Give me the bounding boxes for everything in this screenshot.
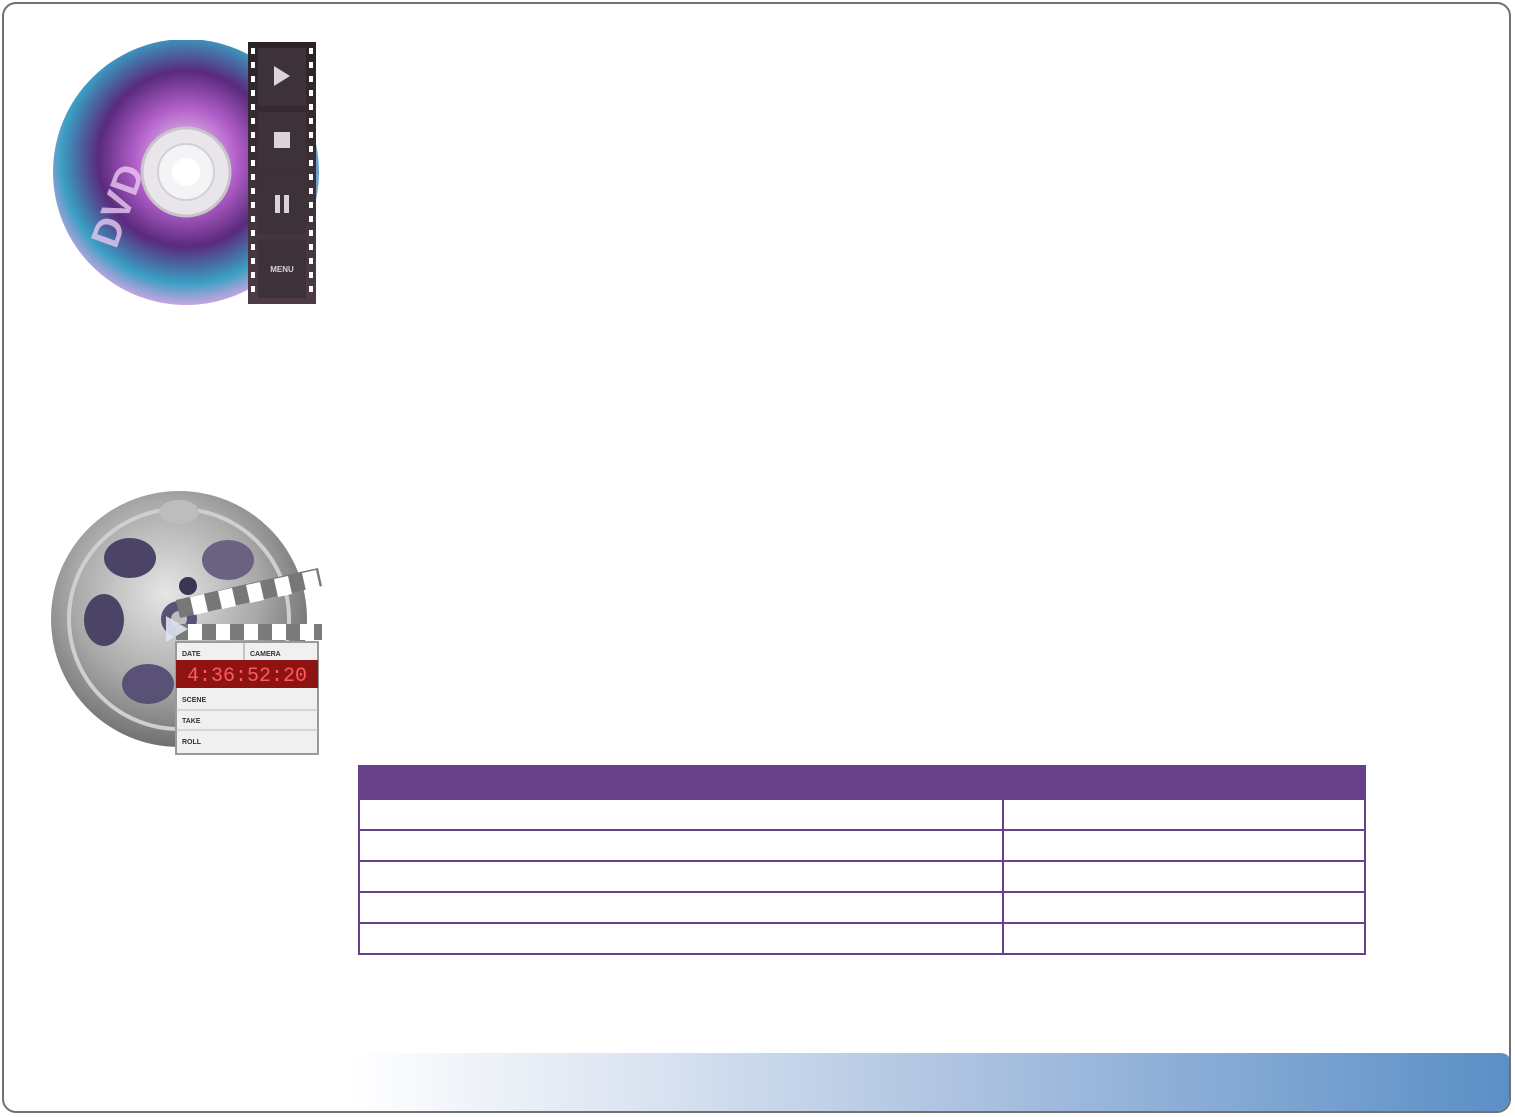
stop-icon [274, 132, 290, 148]
table-cell [358, 891, 1004, 924]
table-row [358, 829, 1366, 862]
menu-label: MENU [270, 265, 294, 274]
clapper-camera-label: CAMERA [250, 651, 281, 658]
clapper-date-label: DATE [182, 651, 201, 658]
table-header-row [358, 765, 1366, 800]
table-header-cell [1002, 765, 1366, 800]
clapper-roll-label: ROLL [182, 739, 202, 746]
table-cell [1002, 798, 1366, 831]
data-table [358, 765, 1366, 955]
slide-frame: DVD MENU DATE CAMERA 4:36:52:20 SCENE TA… [2, 2, 1511, 1113]
table-row [358, 798, 1366, 831]
table-cell [358, 798, 1004, 831]
table-cell [358, 829, 1004, 862]
table-cell [358, 922, 1004, 955]
pause-icon [275, 195, 280, 213]
footer-gradient-bar [350, 1053, 1509, 1111]
dvd-disc-icon: DVD MENU [53, 40, 319, 305]
table-cell [1002, 829, 1366, 862]
table-cell [1002, 922, 1366, 955]
table-row [358, 891, 1366, 924]
table-cell [1002, 860, 1366, 893]
clapper-timecode: 4:36:52:20 [187, 665, 307, 688]
table-cell [1002, 891, 1366, 924]
film-reel-clapperboard-icon: DATE CAMERA 4:36:52:20 SCENE TAKE ROLL [51, 491, 322, 755]
table-cell [358, 860, 1004, 893]
clapper-scene-label: SCENE [182, 697, 206, 704]
table-row [358, 860, 1366, 893]
table-row [358, 922, 1366, 955]
clapper-take-label: TAKE [182, 718, 201, 725]
table-header-cell [358, 765, 1004, 800]
